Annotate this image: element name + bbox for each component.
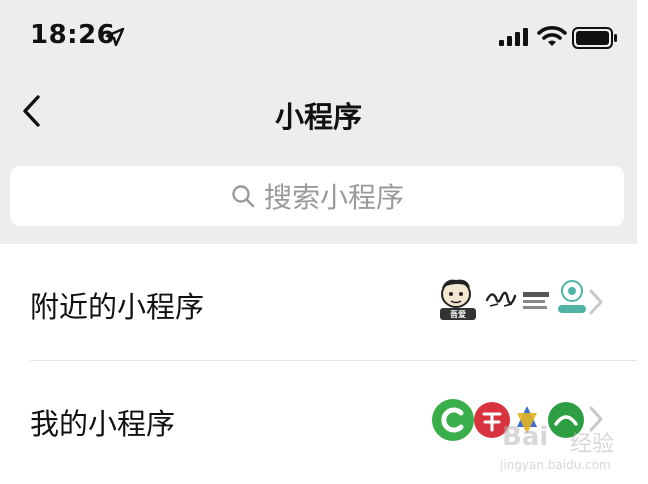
watermark: Bai 经验 jingyan.baidu.com — [496, 420, 626, 480]
list-item-label: 附近的小程序 — [30, 290, 205, 324]
watermark-subtitle: 经验 — [570, 432, 615, 457]
search-icon — [232, 185, 255, 208]
location-arrow-icon — [105, 27, 125, 47]
green-c-logo-icon — [432, 399, 474, 441]
list-item-nearby[interactable]: 附近的小程序 吾爱 — [0, 244, 637, 360]
battery-icon — [572, 27, 617, 49]
search-placeholder: 搜索小程序 — [263, 181, 404, 214]
search-inner: 搜索小程序 — [10, 166, 624, 226]
navigation-bar: 小程序 — [0, 80, 637, 144]
mini-program-page: 18:26 小程序 搜索小程序 附近的小程序 吾爱 我的小程序 Bai 经验 j… — [0, 0, 648, 484]
thumbnail-group: 吾爱 — [432, 274, 590, 324]
watermark-brand: Bai — [502, 422, 549, 452]
list-item-label: 我的小程序 — [30, 407, 176, 441]
page-title: 小程序 — [274, 100, 362, 134]
search-input[interactable]: 搜索小程序 — [10, 166, 624, 226]
status-bar: 18:26 — [0, 0, 637, 72]
status-time: 18:26 — [30, 20, 116, 50]
watermark-url: jingyan.baidu.com — [500, 458, 611, 472]
cartoon-logo-icon: 吾爱 — [440, 279, 476, 320]
cellular-signal-icon — [499, 28, 528, 46]
text-logo-icon — [523, 292, 549, 309]
right-edge — [637, 0, 648, 484]
wifi-icon — [537, 26, 567, 46]
teal-logo-icon — [558, 280, 586, 313]
chevron-right-icon — [589, 289, 603, 315]
calligraphy-logo-icon — [485, 291, 517, 307]
svg-text:吾爱: 吾爱 — [450, 309, 466, 319]
